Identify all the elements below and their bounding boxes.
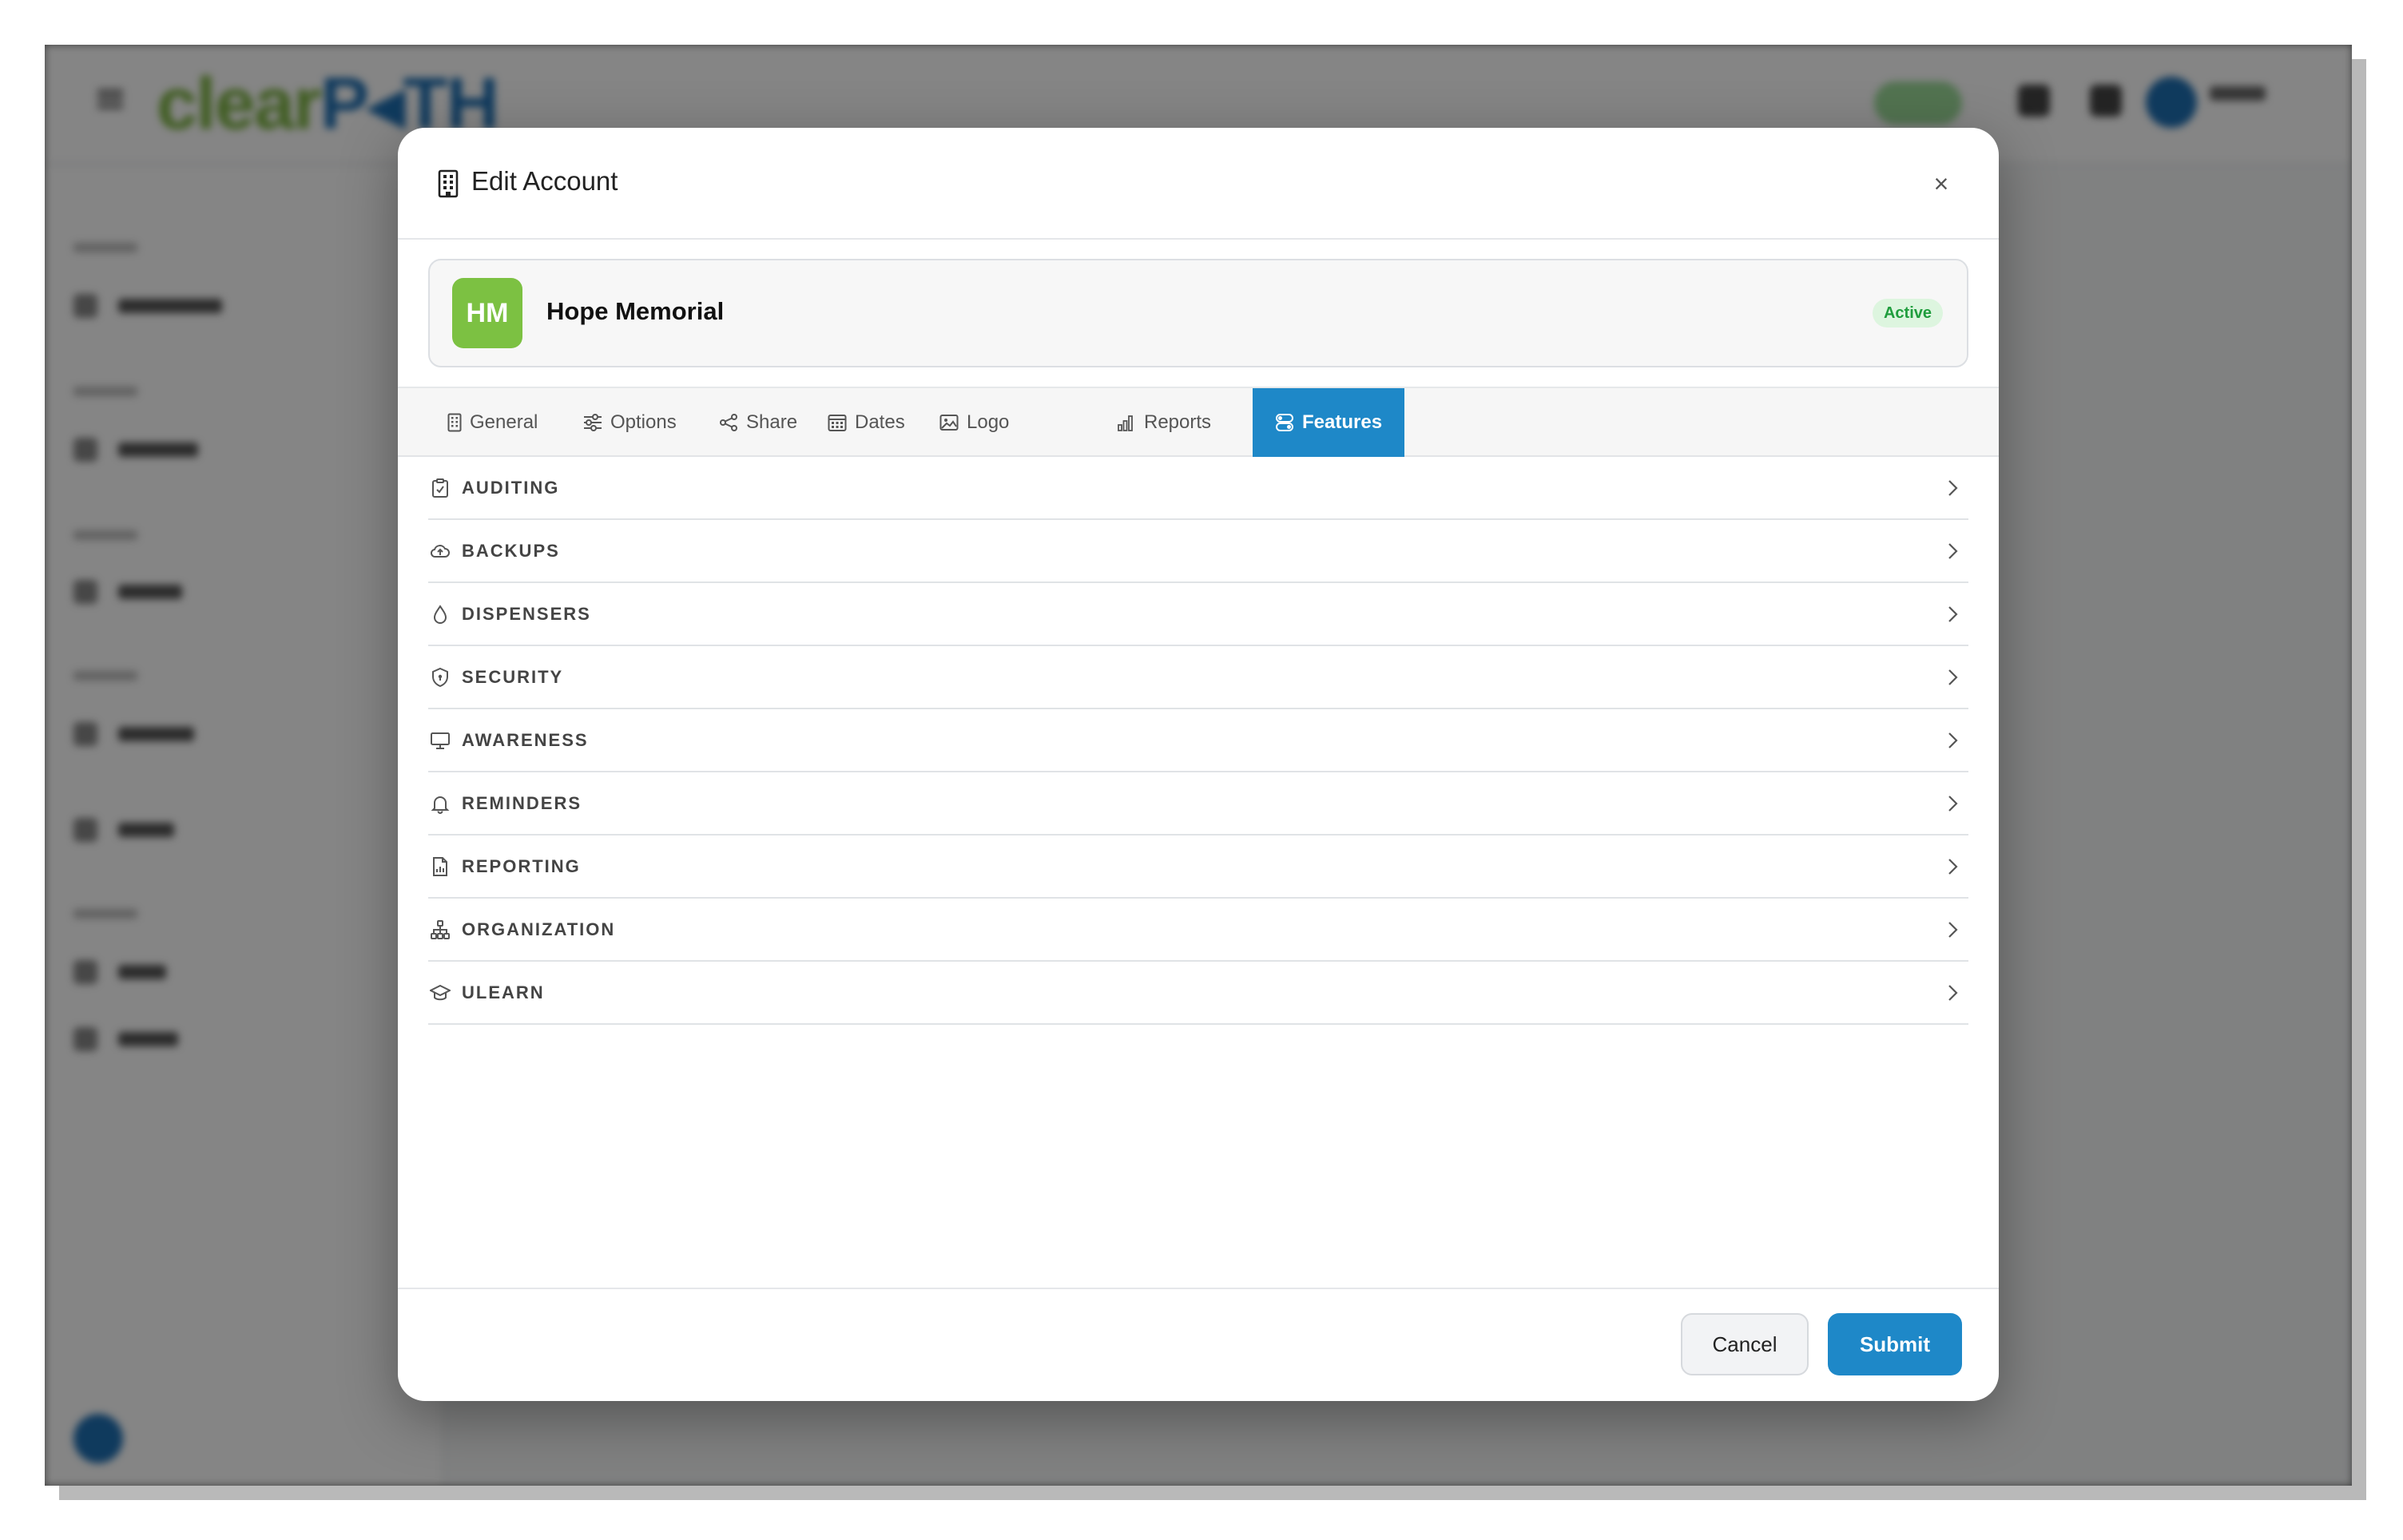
feature-row-reporting[interactable]: REPORTING	[428, 835, 1968, 899]
close-button[interactable]: ×	[1925, 168, 1957, 200]
screenshot-frame: clearP◂TH Edit Account × HM Hope Memoria…	[45, 45, 2352, 1486]
org-chart-icon	[431, 919, 450, 939]
feature-row-awareness[interactable]: AWARENESS	[428, 709, 1968, 772]
cancel-button[interactable]: Cancel	[1681, 1313, 1809, 1375]
feature-label: ULEARN	[462, 982, 545, 1002]
tab-options[interactable]: Options	[583, 388, 677, 457]
tab-label: Features	[1302, 411, 1383, 433]
chevron-right-icon	[1948, 606, 1958, 622]
modal-footer: Cancel Submit	[398, 1288, 1999, 1401]
building-icon	[447, 413, 462, 432]
edit-account-modal: Edit Account × HM Hope Memorial Active G…	[398, 128, 1999, 1401]
tab-features[interactable]: Features	[1253, 388, 1405, 457]
clipboard-check-icon	[432, 478, 448, 498]
shield-icon	[432, 667, 448, 687]
tab-label: Share	[746, 411, 798, 433]
chevron-right-icon	[1948, 922, 1958, 938]
feature-label: DISPENSERS	[462, 603, 591, 624]
chevron-right-icon	[1948, 859, 1958, 875]
tab-share[interactable]: Share	[719, 388, 797, 457]
feature-row-reminders[interactable]: REMINDERS	[428, 772, 1968, 835]
feature-label: SECURITY	[462, 666, 564, 687]
feature-row-auditing[interactable]: AUDITING	[428, 457, 1968, 520]
tab-label: Logo	[967, 411, 1010, 433]
monitor-icon	[431, 732, 450, 749]
submit-button[interactable]: Submit	[1828, 1313, 1962, 1375]
feature-label: BACKUPS	[462, 540, 560, 561]
tab-dates[interactable]: Dates	[828, 388, 905, 457]
modal-title: Edit Account	[471, 166, 618, 196]
tab-label: Reports	[1144, 411, 1212, 433]
sliders-icon	[584, 414, 602, 431]
share-icon	[720, 414, 737, 431]
bell-icon	[431, 796, 450, 814]
feature-row-dispensers[interactable]: DISPENSERS	[428, 583, 1968, 646]
feature-row-ulearn[interactable]: ULEARN	[428, 962, 1968, 1025]
feature-label: REPORTING	[462, 855, 581, 876]
chevron-right-icon	[1948, 732, 1958, 748]
chevron-right-icon	[1948, 669, 1958, 685]
account-avatar: HM	[452, 278, 522, 348]
feature-row-organization[interactable]: ORGANIZATION	[428, 899, 1968, 962]
file-chart-icon	[433, 856, 447, 876]
chevron-right-icon	[1948, 796, 1958, 812]
account-name: Hope Memorial	[546, 297, 725, 325]
tab-label: Dates	[855, 411, 905, 433]
chevron-right-icon	[1948, 985, 1958, 1001]
status-badge: Active	[1872, 299, 1943, 327]
feature-label: AWARENESS	[462, 729, 589, 750]
image-icon	[939, 415, 959, 431]
tab-general[interactable]: General	[447, 388, 538, 457]
droplet-icon	[433, 604, 447, 624]
tab-logo[interactable]: Logo	[939, 388, 1009, 457]
feature-label: ORGANIZATION	[462, 919, 616, 939]
cloud-upload-icon	[430, 544, 450, 558]
feature-label: REMINDERS	[462, 792, 582, 813]
feature-list: AUDITING BACKUPS DISPENSERS SECURITY AWA…	[428, 457, 1968, 1025]
graduation-cap-icon	[430, 984, 451, 1000]
chevron-right-icon	[1948, 543, 1958, 559]
toggles-icon	[1276, 414, 1293, 431]
calendar-icon	[828, 415, 847, 431]
tab-reports[interactable]: Reports	[1117, 388, 1211, 457]
modal-header: Edit Account ×	[398, 128, 1999, 240]
tab-bar: General Options Share Dates Logo Reports…	[398, 387, 1999, 457]
chevron-right-icon	[1948, 480, 1958, 496]
tab-label: General	[470, 411, 538, 433]
feature-row-backups[interactable]: BACKUPS	[428, 520, 1968, 583]
feature-row-security[interactable]: SECURITY	[428, 646, 1968, 709]
feature-label: AUDITING	[462, 477, 560, 498]
tab-label: Options	[610, 411, 677, 433]
building-icon	[438, 169, 459, 198]
bar-chart-icon	[1118, 415, 1133, 431]
account-summary-card: HM Hope Memorial Active	[428, 259, 1968, 367]
